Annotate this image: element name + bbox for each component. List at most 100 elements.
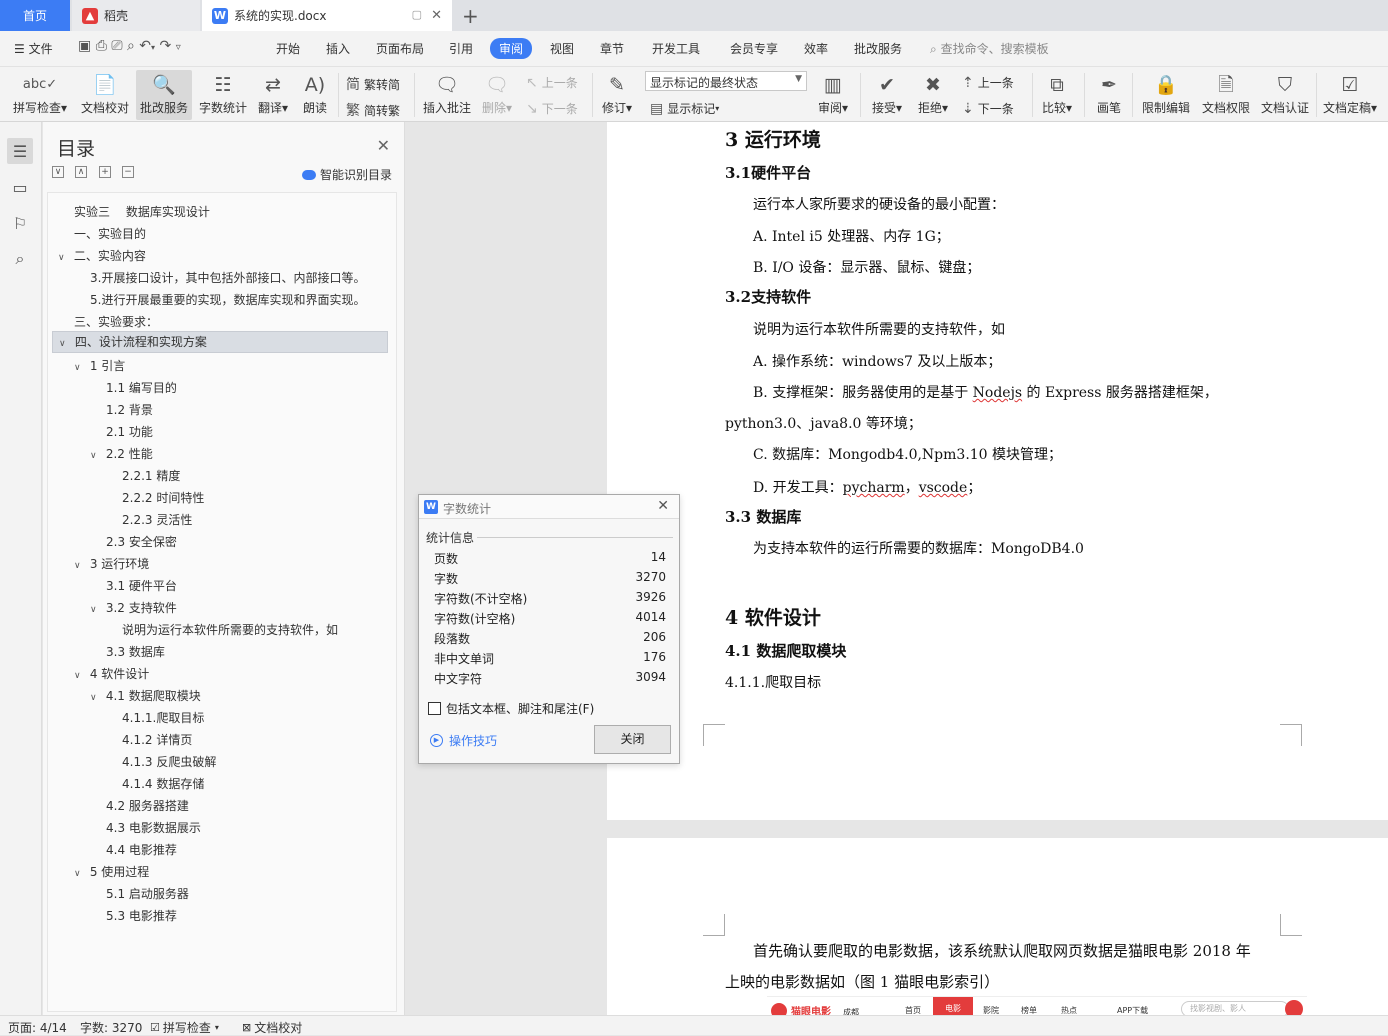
toc-item[interactable]: 4.3 电影数据展示 <box>106 817 201 839</box>
toc-item[interactable]: 4.1.2 详情页 <box>122 729 192 751</box>
toc-item[interactable]: 4.1.1.爬取目标 <box>122 707 204 729</box>
toc-item[interactable]: 3.1 硬件平台 <box>106 575 177 597</box>
toc-item[interactable]: ∨ 2.2 性能 <box>90 443 153 465</box>
doc-certify-button[interactable]: ⛉ 文档认证 <box>1257 70 1313 120</box>
toc-item[interactable]: 4.2 服务器搭建 <box>106 795 189 817</box>
accept-button[interactable]: ✔ 接受▾ <box>868 70 906 120</box>
reject-button[interactable]: ✖ 拒绝▾ <box>914 70 952 120</box>
customize-icon[interactable]: ▿ <box>176 42 181 53</box>
print-icon[interactable]: ⎚ <box>111 38 122 54</box>
command-search[interactable]: ⌕ 查找命令、搜索模板 <box>930 40 1049 57</box>
toc-item[interactable]: ∨ 3.2 支持软件 <box>90 597 177 619</box>
collapse-all-icon[interactable]: ∨ <box>52 166 64 178</box>
checkbox-box[interactable] <box>428 702 441 715</box>
toc-item[interactable]: 5.进行开展最重要的实现，数据库实现和界面实现。 <box>90 289 365 311</box>
doc-finalize-button[interactable]: ☑ 文档定稿▾ <box>1320 70 1380 120</box>
toc-item[interactable]: ∨ 二、实验内容 <box>58 245 146 267</box>
proofread-status[interactable]: ⊠ 文档校对 <box>242 1019 302 1036</box>
chevron-down-icon[interactable]: ∨ <box>90 687 102 709</box>
chevron-down-icon[interactable]: ∨ <box>59 334 71 354</box>
smart-toc-button[interactable]: 智能识别目录 <box>301 166 392 183</box>
toc-panel-icon[interactable]: ☰ <box>7 138 33 164</box>
toc-item[interactable]: ∨ 1 引言 <box>74 355 125 377</box>
toc-item[interactable]: ∨ 4.1 数据爬取模块 <box>90 685 201 707</box>
next-comment-button[interactable]: ↘ 下一条 <box>526 100 578 117</box>
toc-item[interactable]: 5.3 电影推荐 <box>106 905 177 927</box>
tab-document[interactable]: W 系统的实现.docx ▢ ✕ <box>202 0 452 31</box>
toc-item[interactable]: 2.2.2 时间特性 <box>122 487 204 509</box>
markup-state-select[interactable]: 显示标记的最终状态 ▼ <box>645 71 807 91</box>
spell-check-button[interactable]: abc✓ 拼写检查▾ <box>8 70 72 120</box>
read-aloud-button[interactable]: A) 朗读 <box>298 70 332 120</box>
save-icon[interactable]: ▣ <box>78 38 91 54</box>
simp-to-trad-button[interactable]: 繁简转繁 <box>346 100 400 120</box>
preview-icon[interactable]: ⌕ <box>127 38 135 54</box>
menu-member[interactable]: 会员专享 <box>730 40 778 57</box>
toc-item[interactable]: 一、实验目的 <box>74 223 146 245</box>
prev-change-button[interactable]: ⇡ 上一条 <box>962 74 1014 91</box>
doc-permission-button[interactable]: 🗎 文档权限 <box>1198 70 1254 120</box>
toc-item[interactable]: 2.1 功能 <box>106 421 153 443</box>
doc-proofread-button[interactable]: 📄 文档校对 <box>77 70 133 120</box>
menu-insert[interactable]: 插入 <box>326 40 350 57</box>
show-markup-button[interactable]: ▤ 显示标记 ▾ <box>650 100 719 117</box>
chevron-down-icon[interactable]: ∨ <box>74 665 86 687</box>
menu-review-service[interactable]: 批改服务 <box>854 40 902 57</box>
toc-item[interactable]: 5.1 启动服务器 <box>106 883 189 905</box>
restrict-edit-button[interactable]: 🔒 限制编辑 <box>1138 70 1194 120</box>
menu-page-layout[interactable]: 页面布局 <box>376 40 424 57</box>
export-pdf-icon[interactable]: ⎙ <box>96 38 107 54</box>
tips-link[interactable]: ▶ 操作技巧 <box>430 732 497 749</box>
toc-item[interactable]: 1.1 编写目的 <box>106 377 177 399</box>
menu-view[interactable]: 视图 <box>550 40 574 57</box>
toc-item[interactable]: 4.4 电影推荐 <box>106 839 177 861</box>
toc-item[interactable]: 3.3 数据库 <box>106 641 165 663</box>
pen-button[interactable]: ✒ 画笔 <box>1092 70 1126 120</box>
toc-item[interactable]: ∨ 4 软件设计 <box>74 663 149 685</box>
delete-comment-button[interactable]: 🗨 删除▾ <box>478 70 516 120</box>
document-page[interactable]: 首先确认要爬取的电影数据，该系统默认爬取网页数据是猫眼电影 2018 年 上映的… <box>607 838 1388 1015</box>
spell-check-status[interactable]: ☑ 拼写检查 ▾ <box>150 1019 219 1036</box>
spelling-error[interactable]: pycharm <box>843 480 905 496</box>
toc-item[interactable]: 2.2.1 精度 <box>122 465 180 487</box>
chevron-down-icon[interactable]: ∨ <box>74 555 86 577</box>
translate-button[interactable]: ⇄ 翻译▾ <box>254 70 292 120</box>
close-button[interactable]: 关闭 <box>594 725 671 754</box>
prev-comment-button[interactable]: ↖ 上一条 <box>526 74 578 91</box>
spelling-error[interactable]: Nodejs <box>973 385 1022 401</box>
redo-icon[interactable]: ↷ <box>160 38 172 54</box>
review-service-button[interactable]: 🔍 批改服务 <box>136 70 192 120</box>
menu-chapter[interactable]: 章节 <box>600 40 624 57</box>
expand-up-icon[interactable]: ∧ <box>75 166 87 178</box>
menu-start[interactable]: 开始 <box>276 40 300 57</box>
compare-button[interactable]: ⧉ 比较▾ <box>1038 70 1076 120</box>
bookmark-icon[interactable]: ⚐ <box>7 210 33 236</box>
insert-comment-button[interactable]: 🗨 插入批注 <box>420 70 474 120</box>
toc-item[interactable]: 说明为运行本软件所需要的支持软件，如 <box>122 619 338 641</box>
spelling-error[interactable]: vscode <box>919 480 968 496</box>
chevron-down-icon[interactable]: ∨ <box>74 863 86 885</box>
track-changes-button[interactable]: ✎ 修订▾ <box>598 70 636 120</box>
toc-item[interactable]: 2.2.3 灵活性 <box>122 509 192 531</box>
toc-item[interactable]: 4.1.4 数据存储 <box>122 773 204 795</box>
dialog-title-bar[interactable]: W 字数统计 ✕ <box>419 495 679 519</box>
undo-icon[interactable]: ↶ <box>139 38 151 54</box>
close-icon[interactable]: ✕ <box>377 136 390 155</box>
review-pane-button[interactable]: ▥ 审阅▾ <box>814 70 852 120</box>
toc-item[interactable]: 实验三 数据库实现设计 <box>74 201 210 223</box>
tab-close-icon[interactable]: ✕ <box>431 8 442 23</box>
toc-item[interactable]: 2.3 安全保密 <box>106 531 177 553</box>
search-icon[interactable]: ⌕ <box>7 246 33 272</box>
chevron-down-icon[interactable]: ∨ <box>58 247 70 269</box>
tab-float-icon[interactable]: ▢ <box>412 8 422 21</box>
toc-item[interactable]: ∨ 5 使用过程 <box>74 861 149 883</box>
chapter-nav-icon[interactable]: ▭ <box>7 174 33 200</box>
new-tab-button[interactable]: + <box>462 4 479 28</box>
chevron-down-icon[interactable]: ∨ <box>90 445 102 467</box>
word-count-button[interactable]: ☷ 字数统计 <box>196 70 250 120</box>
chevron-down-icon[interactable]: ∨ <box>90 599 102 621</box>
toc-item[interactable]: 1.2 背景 <box>106 399 153 421</box>
next-change-button[interactable]: ⇣ 下一条 <box>962 100 1014 117</box>
chevron-down-icon[interactable]: ∨ <box>74 357 86 379</box>
include-textbox-checkbox[interactable]: 包括文本框、脚注和尾注(F) <box>428 700 594 717</box>
